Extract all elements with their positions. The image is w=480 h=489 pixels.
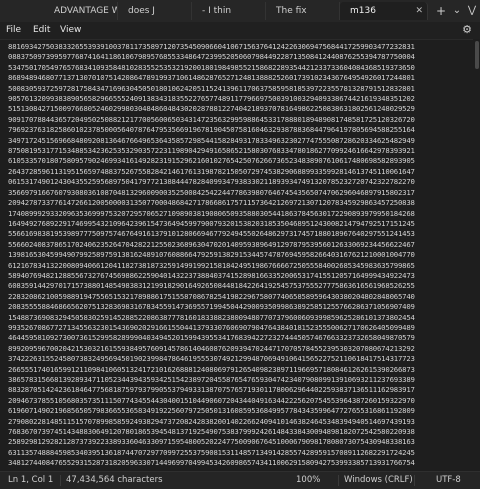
editor-line[interactable]: 5008305937259728175843471696304505018010… <box>8 84 469 94</box>
editor-line[interactable]: 1398165304599490799258975913816248910760… <box>8 250 469 260</box>
editor-line[interactable]: 6311357488845985340395136187447072977099… <box>8 448 469 458</box>
editor-line[interactable]: 2083555588468665620751328369831678345591… <box>8 302 469 312</box>
editor-line[interactable]: 8816934275038332655393910037811735897120… <box>8 42 469 52</box>
editor-line[interactable]: 9135269714998523381872762016319141725692… <box>8 469 469 470</box>
editor-line[interactable]: 5894076948212885567327674569886225904014… <box>8 271 469 281</box>
editor-line[interactable]: 5151308427150097668052460299803048486048… <box>8 104 469 114</box>
editor-line[interactable]: 1649492768922917469954321096423961547364… <box>8 219 469 229</box>
editor-line[interactable]: 2665551740165991211098410605132417210162… <box>8 365 469 375</box>
editor-line[interactable]: 5566024083786517024062352647042822125502… <box>8 240 469 250</box>
title-bar: ADVANTAGE While does J - I thin The fix … <box>0 0 480 23</box>
settings-gear-icon[interactable]: ⚙ <box>460 23 474 37</box>
editor-line[interactable]: 5566169838195398977750975746764916137910… <box>8 229 469 239</box>
tab-does[interactable]: does J <box>118 2 192 20</box>
editor-line[interactable]: 1548873690832945058302591452885220863877… <box>8 313 469 323</box>
editor-line[interactable]: 3566979166760793080361087048132960090035… <box>8 188 469 198</box>
menu-file[interactable]: File <box>6 24 21 37</box>
editor-line[interactable]: 0883750973995977687416411861067989576855… <box>8 52 469 62</box>
text-editor-area[interactable]: 8816934275038332655393910037811735897120… <box>0 39 480 472</box>
editor-line[interactable]: 2790802281485115157078998585924938294737… <box>8 417 469 427</box>
status-divider <box>338 475 339 486</box>
menu-edit[interactable]: Edit <box>33 24 50 37</box>
cursor-position[interactable]: Ln 1, Col 1 <box>8 474 53 487</box>
editor-line[interactable]: 2589298129282128737392233893360463309715… <box>8 437 469 447</box>
menu-view[interactable]: View <box>60 24 81 37</box>
status-divider <box>414 475 415 486</box>
window-control-icon[interactable]: ⋁ <box>465 2 479 20</box>
editor-line[interactable]: 3742226315524580738324956945019023998478… <box>8 354 469 364</box>
editor-line[interactable]: 8750819531771534885342362535329035722311… <box>8 146 469 156</box>
editor-line[interactable]: 7969237631825860102378500056407876479535… <box>8 125 469 135</box>
editor-line[interactable]: 8689489468077137130701075142086478919937… <box>8 73 469 83</box>
editor-line[interactable]: 6083591442970171573880148549838312199182… <box>8 281 469 291</box>
menu-bar: File Edit View ⚙ <box>0 22 480 39</box>
character-count: 47,434,564 characters <box>66 475 163 485</box>
zoom-level[interactable]: 100% <box>296 474 320 487</box>
editor-line[interactable]: 2283208621005988919475565153217898861751… <box>8 292 469 302</box>
editor-line[interactable]: 9091707884436572049502508821217700560065… <box>8 115 469 125</box>
tab-m136[interactable]: m136 ✕ <box>340 2 428 20</box>
status-bar: Ln 1, Col 1 47,434,564 characters 100% W… <box>0 471 480 489</box>
close-icon[interactable]: ✕ <box>415 2 423 20</box>
add-tab-icon[interactable]: + <box>433 2 449 20</box>
editor-line[interactable]: 3481274408476552931528731820596330714496… <box>8 458 469 468</box>
line-ending[interactable]: Windows (CRLF) <box>344 474 413 487</box>
editor-line[interactable]: 9057613209938389056582966555240913834318… <box>8 94 469 104</box>
tab-advantage[interactable]: ADVANTAGE While <box>44 2 118 20</box>
tab-label: m136 <box>350 6 376 16</box>
tab-label: does J <box>128 6 155 16</box>
editor-line[interactable]: 0615317490124304355259568975041797721388… <box>8 177 469 187</box>
encoding[interactable]: UTF-8 <box>436 474 461 487</box>
scrollbar-thumb[interactable] <box>475 41 479 69</box>
status-divider <box>60 475 61 486</box>
tab-label: - I thin <box>202 6 232 16</box>
editor-line[interactable]: 8992095967002042153032161559384957609145… <box>8 344 469 354</box>
editor-line[interactable]: 8832870514242361846477568187597937990553… <box>8 385 469 395</box>
editor-line[interactable]: 4644595810927300736152995828999040349452… <box>8 333 469 343</box>
editor-line[interactable]: 2094278733776147266120050000313507700048… <box>8 198 469 208</box>
editor-line[interactable]: 6196071490219685650579836655365834919225… <box>8 406 469 416</box>
tab-the-fix[interactable]: The fix <box>266 2 340 20</box>
editor-line[interactable]: 6121678341322008094066120411827381873259… <box>8 261 469 271</box>
editor-line[interactable]: 1740899929332096353699975320729570652710… <box>8 209 469 219</box>
editor-line[interactable]: 2643728596113195156597488375267558284214… <box>8 167 469 177</box>
tab-label: The fix <box>276 6 307 16</box>
vertical-scrollbar[interactable] <box>473 39 480 471</box>
editor-line[interactable]: 7683670739745143488306491207801865394548… <box>8 427 469 437</box>
editor-line[interactable]: 3497172451569668480920813646766496536435… <box>8 136 469 146</box>
editor-line[interactable]: 2094673785510568035735111507743455443040… <box>8 396 469 406</box>
editor-line[interactable]: 9935267086772713455632301543690202916615… <box>8 323 469 333</box>
tab-i-thin[interactable]: - I thin <box>192 2 266 20</box>
editor-line[interactable]: 5347501705497657683410935848102835525353… <box>8 63 469 73</box>
tab-list-chevron-icon[interactable]: ⌄ <box>449 2 465 20</box>
editor-content[interactable]: 8816934275038332655393910037811735897120… <box>8 42 469 470</box>
tab-label: ADVANTAGE While <box>54 6 117 16</box>
editor-line[interactable]: 6105335701807580957902469934161492823191… <box>8 156 469 166</box>
editor-line[interactable]: 3865783156681392893471105234439435934251… <box>8 375 469 385</box>
